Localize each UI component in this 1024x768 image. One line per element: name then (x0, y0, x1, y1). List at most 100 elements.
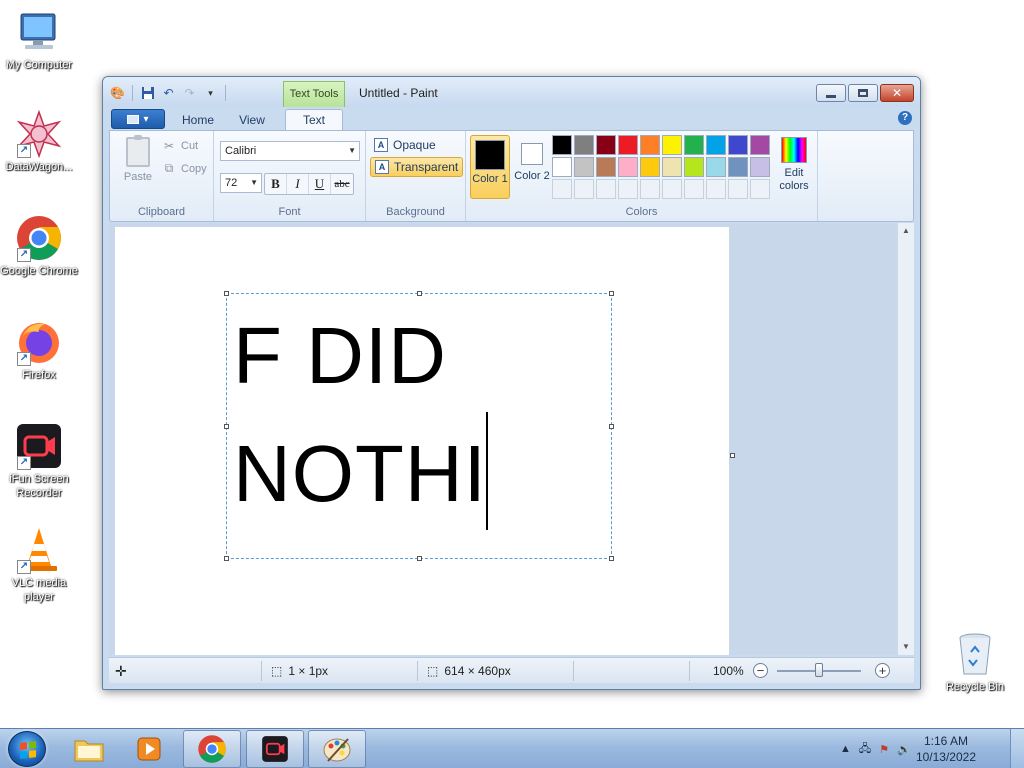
palette-empty-slot[interactable] (618, 179, 638, 199)
network-icon[interactable]: 🖧 (859, 740, 871, 759)
desktop-icon-vlc[interactable]: ↗ VLC media player (0, 526, 78, 604)
zoom-slider-thumb[interactable] (815, 663, 823, 677)
edit-colors-button[interactable]: Edit colors (774, 135, 814, 193)
scroll-down-icon[interactable]: ▼ (898, 639, 914, 655)
color-palette (552, 135, 770, 199)
palette-empty-slot[interactable] (728, 179, 748, 199)
drawing-canvas[interactable]: F DID NOTHI (115, 227, 729, 655)
action-center-flag-icon[interactable]: ⚑ (879, 743, 889, 756)
tab-text[interactable]: Text (285, 109, 343, 130)
palette-color-swatch[interactable] (684, 157, 704, 177)
transparent-button[interactable]: A Transparent (370, 157, 464, 177)
underline-button[interactable]: U (309, 174, 331, 194)
resize-handle[interactable] (609, 424, 614, 429)
canvas-text-line[interactable]: F DID (233, 316, 447, 396)
resize-handle[interactable] (417, 556, 422, 561)
paint-menu-button[interactable]: ▾ (111, 109, 165, 129)
help-icon[interactable]: ? (898, 111, 912, 125)
close-button[interactable]: ✕ (880, 84, 914, 102)
font-family-select[interactable]: Calibri ▼ (220, 141, 360, 161)
desktop-icon-firefox[interactable]: ↗ Firefox (0, 318, 78, 382)
text-box-selection[interactable]: F DID NOTHI (224, 291, 614, 561)
zoom-in-button[interactable]: + (875, 663, 890, 678)
taskbar-paint[interactable] (308, 730, 366, 768)
palette-color-swatch[interactable] (618, 135, 638, 155)
desktop-icon-recycle-bin[interactable]: Recycle Bin (936, 630, 1014, 694)
resize-handle[interactable] (224, 291, 229, 296)
title-bar[interactable]: 🎨 ↶ ↷ ▾ Text Tools Untitled - Paint ✕ (103, 77, 920, 107)
paste-button[interactable]: Paste (118, 135, 158, 183)
scroll-thumb[interactable] (900, 239, 912, 639)
desktop-icon-my-computer[interactable]: My Computer (0, 8, 78, 72)
italic-button[interactable]: I (287, 174, 309, 194)
palette-empty-slot[interactable] (552, 179, 572, 199)
bold-button[interactable]: B (265, 174, 287, 194)
palette-color-swatch[interactable] (662, 135, 682, 155)
palette-color-swatch[interactable] (684, 135, 704, 155)
customize-toolbar-icon[interactable]: ▾ (202, 85, 219, 101)
palette-color-swatch[interactable] (750, 135, 770, 155)
taskbar-media-player[interactable] (120, 730, 178, 768)
color2-button[interactable]: Color 2 (512, 135, 552, 199)
palette-color-swatch[interactable] (574, 157, 594, 177)
palette-empty-slot[interactable] (706, 179, 726, 199)
start-button[interactable] (8, 731, 46, 767)
copy-button[interactable]: ⧉ Copy (162, 161, 207, 176)
maximize-button[interactable] (848, 84, 878, 102)
palette-color-swatch[interactable] (618, 157, 638, 177)
taskbar-screen-recorder[interactable] (246, 730, 304, 768)
minimize-button[interactable] (816, 84, 846, 102)
quick-access-toolbar: 🎨 ↶ ↷ ▾ (109, 85, 228, 101)
zoom-out-button[interactable]: − (753, 663, 768, 678)
palette-empty-slot[interactable] (684, 179, 704, 199)
palette-color-swatch[interactable] (640, 135, 660, 155)
taskbar-chrome[interactable] (183, 730, 241, 768)
save-icon[interactable] (139, 85, 156, 101)
font-size-select[interactable]: 72 ▼ (220, 173, 262, 193)
paint-app-icon[interactable]: 🎨 (109, 85, 126, 101)
palette-color-swatch[interactable] (706, 157, 726, 177)
palette-color-swatch[interactable] (596, 157, 616, 177)
resize-handle[interactable] (609, 291, 614, 296)
volume-icon[interactable]: 🔊 (897, 743, 911, 756)
resize-handle[interactable] (224, 556, 229, 561)
palette-empty-slot[interactable] (662, 179, 682, 199)
vertical-scrollbar[interactable]: ▲ ▼ (897, 223, 914, 655)
palette-color-swatch[interactable] (640, 157, 660, 177)
taskbar-clock[interactable]: 1:16 AM 10/13/2022 (916, 733, 976, 765)
tab-view[interactable]: View (227, 110, 277, 130)
palette-color-swatch[interactable] (728, 135, 748, 155)
undo-icon[interactable]: ↶ (160, 85, 177, 101)
canvas-text-line[interactable]: NOTHI (233, 434, 487, 514)
desktop-icon-ifun-screen-recorder[interactable]: ↗ iFun Screen Recorder (0, 422, 78, 500)
palette-empty-slot[interactable] (750, 179, 770, 199)
desktop-icon-datawagon[interactable]: ↗ DataWagon... (0, 109, 78, 174)
tab-home[interactable]: Home (173, 110, 223, 130)
resize-handle[interactable] (609, 556, 614, 561)
palette-color-swatch[interactable] (596, 135, 616, 155)
redo-icon[interactable]: ↷ (181, 85, 198, 101)
palette-color-swatch[interactable] (552, 135, 572, 155)
taskbar-explorer[interactable] (60, 730, 118, 768)
palette-color-swatch[interactable] (662, 157, 682, 177)
palette-color-swatch[interactable] (750, 157, 770, 177)
scroll-up-icon[interactable]: ▲ (898, 223, 914, 239)
palette-empty-slot[interactable] (640, 179, 660, 199)
strikethrough-button[interactable]: abc (331, 174, 353, 194)
opaque-button[interactable]: A Opaque (370, 135, 440, 155)
palette-color-swatch[interactable] (552, 157, 572, 177)
resize-handle[interactable] (224, 424, 229, 429)
cut-button[interactable]: ✂ Cut (162, 139, 198, 153)
palette-empty-slot[interactable] (574, 179, 594, 199)
palette-color-swatch[interactable] (574, 135, 594, 155)
palette-color-swatch[interactable] (706, 135, 726, 155)
show-hidden-icons-icon[interactable]: ▲ (840, 743, 851, 755)
chevron-down-icon: ▼ (348, 146, 356, 155)
palette-color-swatch[interactable] (728, 157, 748, 177)
desktop-icon-google-chrome[interactable]: ↗ Google Chrome (0, 214, 78, 278)
color1-button[interactable]: Color 1 (470, 135, 510, 199)
show-desktop-button[interactable] (1010, 729, 1024, 768)
palette-empty-slot[interactable] (596, 179, 616, 199)
canvas-resize-grip[interactable] (730, 453, 735, 458)
resize-handle[interactable] (417, 291, 422, 296)
